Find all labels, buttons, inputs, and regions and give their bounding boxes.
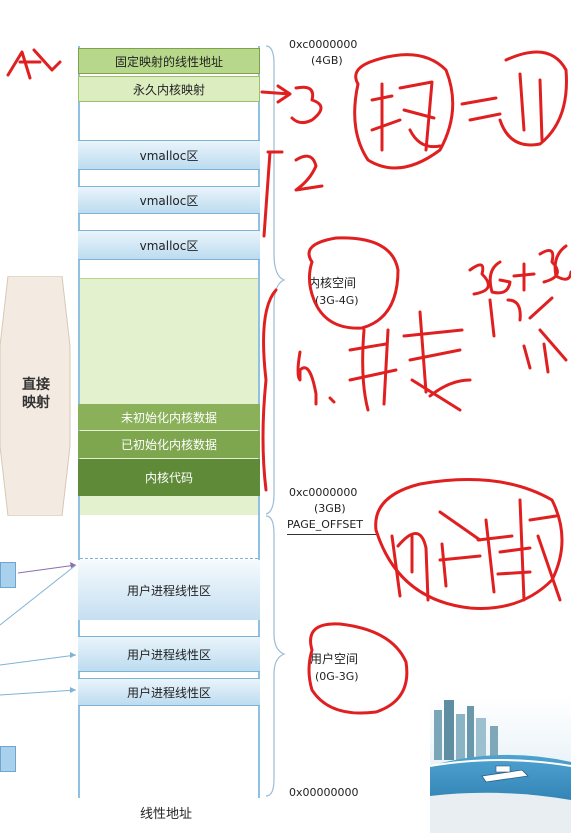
handwritten-annotations bbox=[6, 48, 571, 715]
